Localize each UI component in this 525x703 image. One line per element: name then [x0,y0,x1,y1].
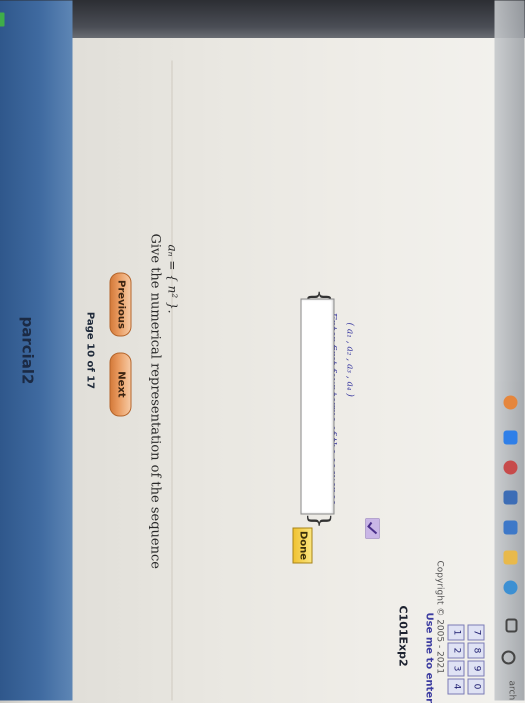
next-button[interactable]: Next [110,353,132,417]
app-icon[interactable] [504,396,518,410]
check-icon[interactable] [366,519,380,539]
edge-icon[interactable] [504,581,518,595]
keypad-key[interactable]: 7 [468,625,485,641]
keypad-key[interactable]: 1 [448,625,465,641]
input-hint-terms: ( a₁ , a₂ , a₃ , a₄ ) [345,323,355,397]
page-title: parcial2 [19,1,37,701]
keypad-key[interactable]: 8 [468,643,485,659]
rotated-screen: arch parcial2 Page 10 of 17 Previous Nex… [0,1,525,701]
mail-icon[interactable] [504,491,518,505]
task-view-icon[interactable] [506,619,518,633]
page-indicator: Page 10 of 17 [85,1,96,701]
file-explorer-icon[interactable] [504,551,518,565]
app-status-icon [0,13,5,27]
store-icon[interactable] [504,521,518,535]
keypad-key[interactable]: 4 [448,679,465,695]
taskbar: arch [495,1,525,701]
keypad-key[interactable]: 2 [448,643,465,659]
divider [172,61,173,701]
app-icon[interactable] [504,461,518,475]
keypad-key[interactable]: 3 [448,661,465,677]
keypad-key[interactable]: 0 [468,679,485,695]
keypad-label: Use me to enter [424,613,435,703]
problem-code: C101Exp2 [397,606,410,667]
sequence-formula: aₙ = { n² }. [166,245,180,314]
start-icon[interactable] [502,651,516,665]
answer-input[interactable] [301,299,335,515]
copyright-text: Copyright © 2005 - 2021 [435,561,445,674]
question-text: Give the numerical representation of the… [148,234,163,614]
previous-button[interactable]: Previous [110,273,132,337]
done-button[interactable]: Done [293,528,313,564]
taskbar-search-label[interactable]: arch [507,681,517,701]
keypad-key[interactable]: 9 [468,661,485,677]
app-icon[interactable] [504,431,518,445]
